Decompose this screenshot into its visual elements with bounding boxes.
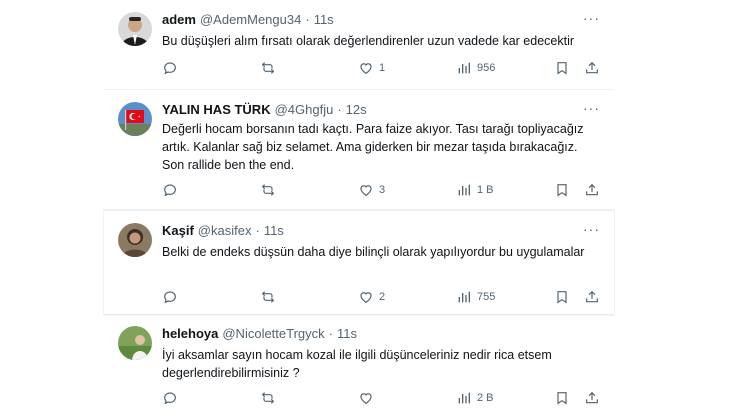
retweet-icon bbox=[261, 291, 275, 303]
views-count: 1 B bbox=[477, 184, 494, 196]
like-button[interactable]: 1 bbox=[358, 60, 385, 76]
views-icon bbox=[458, 392, 470, 404]
bookmark-button[interactable] bbox=[554, 182, 570, 198]
avatar[interactable] bbox=[118, 12, 152, 46]
more-options-icon[interactable]: ··· bbox=[583, 100, 600, 116]
bookmark-icon bbox=[557, 62, 567, 75]
share-icon bbox=[586, 61, 598, 74]
like-count: 1 bbox=[379, 62, 386, 74]
user-handle[interactable]: @4Ghgfju bbox=[275, 102, 334, 117]
views-count: 2 B bbox=[477, 392, 494, 404]
action-bar: 2 755 bbox=[162, 289, 600, 307]
retweet-button[interactable] bbox=[260, 182, 281, 198]
display-name[interactable]: YALIN HAS TÜRK bbox=[162, 102, 271, 117]
avatar[interactable] bbox=[118, 102, 152, 136]
heart-icon bbox=[360, 292, 372, 304]
views-button[interactable]: 755 bbox=[456, 289, 495, 305]
reply-button[interactable] bbox=[162, 289, 183, 305]
user-handle[interactable]: @NicoletteTrgyck bbox=[222, 326, 324, 341]
heart-icon bbox=[360, 185, 372, 197]
share-button[interactable] bbox=[584, 390, 600, 406]
timestamp[interactable]: 11s bbox=[314, 12, 334, 27]
reply-button[interactable] bbox=[162, 182, 183, 198]
reply-icon bbox=[164, 291, 176, 304]
share-icon bbox=[586, 290, 598, 303]
user-handle[interactable]: @AdemMengu34 bbox=[200, 12, 301, 27]
display-name[interactable]: helehoya bbox=[162, 326, 218, 341]
timestamp[interactable]: 11s bbox=[264, 223, 284, 238]
reply-tweet[interactable]: Kaşif @kasifex · 11s ··· Belki de endeks… bbox=[104, 210, 614, 315]
bookmark-icon bbox=[557, 291, 567, 304]
bookmark-icon bbox=[557, 184, 567, 197]
like-button[interactable]: 2 bbox=[358, 289, 385, 305]
tweet-header: adem @AdemMengu34 · 11s bbox=[162, 12, 614, 27]
more-options-icon[interactable]: ··· bbox=[583, 10, 600, 26]
reply-icon bbox=[164, 392, 176, 405]
retweet-button[interactable] bbox=[260, 390, 281, 406]
reply-feed: adem @AdemMengu34 · 11s ··· Bu düşüşleri… bbox=[0, 0, 730, 420]
bookmark-icon bbox=[557, 392, 567, 405]
display-name[interactable]: Kaşif bbox=[162, 223, 194, 238]
reply-button[interactable] bbox=[162, 390, 183, 406]
timestamp[interactable]: 11s bbox=[337, 326, 357, 341]
retweet-icon bbox=[261, 62, 275, 74]
timestamp[interactable]: 12s bbox=[346, 102, 367, 117]
action-bar: 3 1 B bbox=[162, 182, 600, 200]
retweet-button[interactable] bbox=[260, 289, 281, 305]
share-button[interactable] bbox=[584, 182, 600, 198]
retweet-button[interactable] bbox=[260, 60, 281, 76]
like-count: 2 bbox=[379, 291, 386, 303]
like-button[interactable]: 3 bbox=[358, 182, 385, 198]
avatar[interactable] bbox=[118, 326, 152, 360]
action-bar: 2 B bbox=[162, 390, 600, 408]
user-handle[interactable]: @kasifex bbox=[198, 223, 252, 238]
views-button[interactable]: 2 B bbox=[456, 390, 494, 406]
retweet-icon bbox=[261, 184, 275, 196]
share-button[interactable] bbox=[584, 60, 600, 76]
reply-button[interactable] bbox=[162, 60, 183, 76]
separator-dot: · bbox=[255, 223, 260, 238]
share-button[interactable] bbox=[584, 289, 600, 305]
reply-tweet[interactable]: adem @AdemMengu34 · 11s ··· Bu düşüşleri… bbox=[104, 0, 614, 90]
reply-icon bbox=[164, 62, 176, 75]
views-count: 956 bbox=[477, 62, 496, 74]
tweet-text: Bu düşüşleri alım fırsatı olarak değerle… bbox=[162, 34, 575, 48]
reply-tweet[interactable]: YALIN HAS TÜRK @4Ghgfju · 12s ··· Değerl… bbox=[104, 90, 614, 210]
avatar[interactable] bbox=[118, 223, 152, 257]
tweet-header: helehoya @NicoletteTrgyck · 11s bbox=[162, 326, 614, 341]
tweet-text: Belki de endeks düşsün daha diye bilinçl… bbox=[162, 245, 585, 259]
views-icon bbox=[458, 291, 470, 303]
reply-icon bbox=[164, 184, 176, 197]
bookmark-button[interactable] bbox=[554, 60, 570, 76]
like-button[interactable] bbox=[358, 390, 379, 406]
views-button[interactable]: 956 bbox=[456, 60, 495, 76]
heart-icon bbox=[360, 63, 372, 75]
views-count: 755 bbox=[477, 291, 496, 303]
views-icon bbox=[458, 62, 470, 74]
bookmark-button[interactable] bbox=[554, 289, 570, 305]
bookmark-button[interactable] bbox=[554, 390, 570, 406]
views-icon bbox=[458, 184, 470, 196]
tweet-text: İyi aksamlar sayın hocam kozal ile ilgil… bbox=[162, 348, 552, 380]
tweet-header: YALIN HAS TÜRK @4Ghgfju · 12s bbox=[162, 102, 614, 117]
views-button[interactable]: 1 B bbox=[456, 182, 494, 198]
reply-tweet[interactable]: helehoya @NicoletteTrgyck · 11s İyi aksa… bbox=[104, 316, 614, 420]
retweet-icon bbox=[261, 392, 275, 404]
action-bar: 1 956 bbox=[162, 60, 600, 78]
share-icon bbox=[586, 391, 598, 404]
heart-icon bbox=[360, 393, 372, 405]
separator-dot: · bbox=[328, 326, 333, 341]
separator-dot: · bbox=[305, 12, 310, 27]
share-icon bbox=[586, 183, 598, 196]
like-count: 3 bbox=[379, 184, 386, 196]
tweet-text: Değerli hocam borsanın tadı kaçtı. Para … bbox=[162, 122, 584, 172]
separator-dot: · bbox=[337, 102, 342, 117]
more-options-icon[interactable]: ··· bbox=[583, 221, 600, 237]
display-name[interactable]: adem bbox=[162, 12, 196, 27]
tweet-header: Kaşif @kasifex · 11s bbox=[162, 223, 614, 238]
